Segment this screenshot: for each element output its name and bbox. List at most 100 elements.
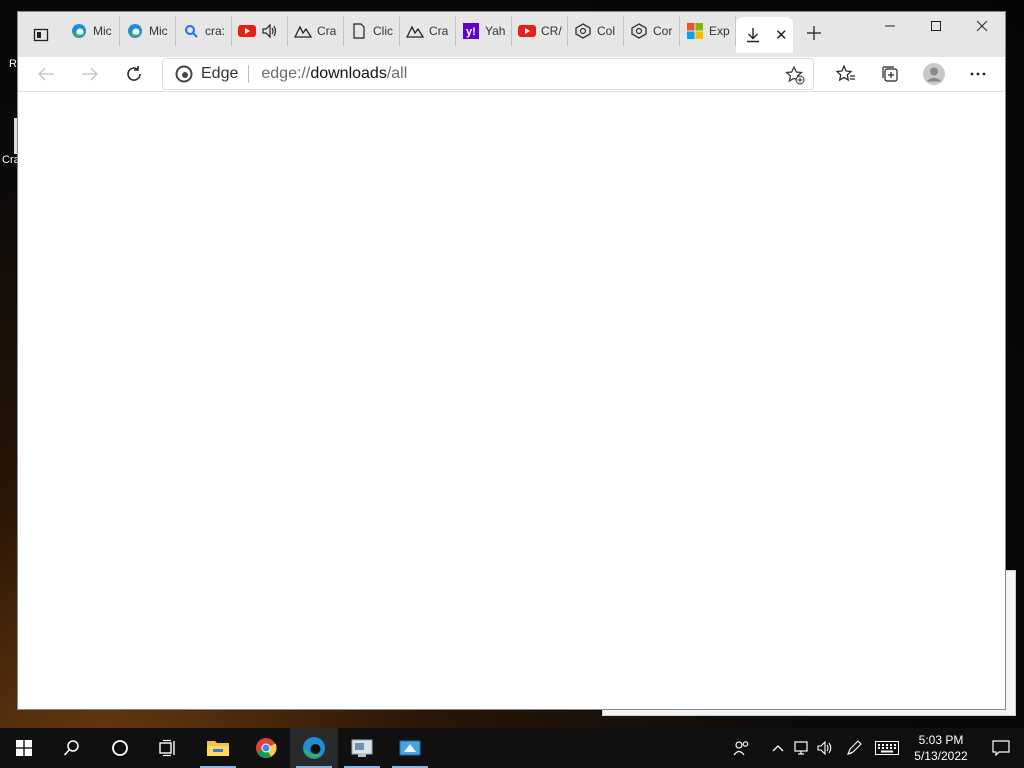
volume-button[interactable]: [814, 728, 838, 768]
page-content[interactable]: [18, 92, 1005, 709]
refresh-icon: [127, 66, 141, 81]
tab-12[interactable]: Exp: [680, 16, 736, 46]
people-button[interactable]: [730, 728, 754, 768]
toolbar-right-buttons: [824, 57, 1000, 91]
tab-strip: Mic Mic cra: Cra Clic Cra y! Yah CR/ Col…: [64, 12, 831, 57]
tab-6[interactable]: Clic: [344, 16, 400, 46]
window-controls: [867, 12, 1005, 40]
close-window-button[interactable]: [959, 12, 1005, 40]
search-button[interactable]: [48, 728, 96, 768]
url-scheme: edge://: [261, 65, 311, 82]
app-icon: [406, 22, 424, 40]
add-favorite-icon[interactable]: [785, 65, 805, 90]
url-text[interactable]: edge://downloads/all: [249, 65, 407, 83]
edge-icon: [126, 22, 144, 40]
settings-more-button[interactable]: [956, 57, 1000, 91]
network-icon: [794, 741, 808, 755]
file-explorer-button[interactable]: [194, 728, 242, 768]
action-center-button[interactable]: [978, 728, 1024, 768]
maximize-button[interactable]: [913, 12, 959, 40]
tab-5-title: Cra: [317, 24, 337, 38]
tab-2-title: Mic: [149, 24, 168, 38]
close-tab-icon[interactable]: ✕: [775, 26, 788, 44]
app-icon: [294, 22, 312, 40]
tab-bar: Mic Mic cra: Cra Clic Cra y! Yah CR/ Col…: [18, 12, 1005, 57]
chrome-icon: [256, 738, 277, 759]
notification-icon: [992, 740, 1010, 756]
back-button[interactable]: [26, 57, 66, 91]
task-view-button[interactable]: [144, 728, 192, 768]
tab-8[interactable]: y! Yah: [456, 16, 512, 46]
minimize-button[interactable]: [867, 12, 913, 40]
search-icon: [182, 22, 200, 40]
avatar: [923, 63, 945, 85]
tab-3-title: cra:: [205, 24, 226, 38]
tab-11[interactable]: Cor: [624, 16, 680, 46]
cortana-button[interactable]: [96, 728, 144, 768]
app-taskbar-button-2[interactable]: [386, 728, 434, 768]
desktop-icon-1-label: R: [9, 58, 17, 70]
cube-icon: [574, 22, 592, 40]
app-icon: [399, 740, 421, 756]
tab-actions-button[interactable]: [18, 12, 64, 57]
page-icon: [350, 22, 368, 40]
microsoft-icon: [686, 22, 704, 40]
app-taskbar-button-1[interactable]: [338, 728, 386, 768]
tab-9[interactable]: CR/: [512, 16, 568, 46]
desktop-icon-1[interactable]: R: [9, 58, 17, 70]
favorites-button[interactable]: [824, 57, 868, 91]
maximize-icon: [931, 21, 941, 31]
network-button[interactable]: [790, 728, 814, 768]
svg-text:y!: y!: [466, 26, 476, 38]
yahoo-icon: y!: [462, 22, 480, 40]
close-icon: [976, 20, 988, 32]
new-tab-button[interactable]: [797, 16, 831, 50]
back-arrow-icon: [38, 67, 54, 81]
tab-downloads-active[interactable]: ✕: [736, 16, 793, 53]
system-tray: 5:03 PM 5/13/2022: [730, 728, 1024, 768]
tab-actions-icon: [33, 28, 49, 41]
volume-icon: [817, 741, 832, 755]
address-bar[interactable]: Edge edge://downloads/all: [162, 58, 814, 90]
minimize-icon: [885, 25, 895, 27]
url-path: /all: [386, 65, 408, 82]
clock-date: 5/13/2022: [914, 749, 968, 763]
youtube-icon: [518, 22, 536, 40]
chevron-up-icon: [772, 745, 784, 752]
tab-8-title: Yah: [485, 24, 506, 38]
edge-browser-window: Mic Mic cra: Cra Clic Cra y! Yah CR/ Col…: [17, 11, 1006, 710]
app-icon: [351, 739, 373, 757]
plus-icon: [807, 25, 821, 40]
tab-7[interactable]: Cra: [400, 16, 456, 46]
profile-button[interactable]: [912, 57, 956, 91]
youtube-icon: [238, 22, 256, 40]
site-identity[interactable]: Edge: [163, 65, 250, 83]
refresh-button[interactable]: [114, 57, 154, 91]
tab-10[interactable]: Col: [568, 16, 624, 46]
site-identity-label: Edge: [201, 65, 239, 82]
tab-1[interactable]: Mic: [64, 16, 120, 46]
pen-button[interactable]: [842, 728, 866, 768]
tab-2[interactable]: Mic: [120, 16, 176, 46]
tab-11-title: Cor: [653, 24, 673, 38]
edge-taskbar-button[interactable]: [290, 728, 338, 768]
forward-arrow-icon: [82, 67, 98, 81]
tab-1-title: Mic: [93, 24, 112, 38]
collections-button[interactable]: [868, 57, 912, 91]
tab-5[interactable]: Cra: [288, 16, 344, 46]
task-view-icon: [159, 739, 175, 757]
collections-icon: [882, 66, 898, 82]
pen-icon: [847, 740, 862, 755]
speaker-icon[interactable]: [261, 22, 279, 40]
forward-button[interactable]: [70, 57, 110, 91]
show-hidden-icons-button[interactable]: [766, 728, 790, 768]
edge-icon: [303, 737, 325, 759]
tab-6-title: Clic: [373, 24, 393, 38]
clock[interactable]: 5:03 PM 5/13/2022: [904, 732, 978, 764]
start-button[interactable]: [0, 728, 48, 768]
chrome-button[interactable]: [242, 728, 290, 768]
touch-keyboard-button[interactable]: [870, 728, 904, 768]
tab-3[interactable]: cra:: [176, 16, 232, 46]
search-icon: [63, 740, 79, 756]
tab-4[interactable]: [232, 16, 288, 46]
